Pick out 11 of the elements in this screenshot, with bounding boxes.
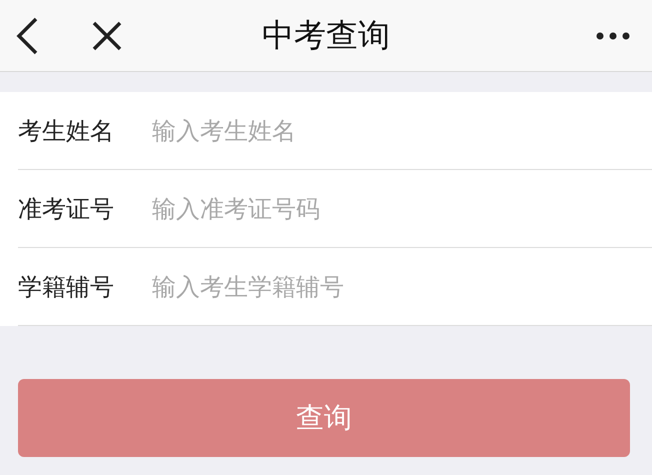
field-label: 学籍辅号 bbox=[18, 272, 115, 302]
more-icon[interactable] bbox=[596, 32, 630, 40]
back-icon[interactable] bbox=[14, 16, 40, 56]
page-title: 中考查询 bbox=[262, 14, 390, 56]
query-button[interactable]: 查询 bbox=[18, 379, 630, 457]
field-label: 考生姓名 bbox=[18, 116, 115, 146]
input-field[interactable]: 输入考生姓名 bbox=[152, 110, 652, 150]
input-field[interactable]: 输入准考证号码 bbox=[152, 188, 652, 228]
input-field[interactable]: 输入考生学籍辅号 bbox=[152, 266, 652, 306]
field-label: 准考证号 bbox=[18, 194, 115, 224]
close-icon[interactable] bbox=[92, 20, 122, 50]
